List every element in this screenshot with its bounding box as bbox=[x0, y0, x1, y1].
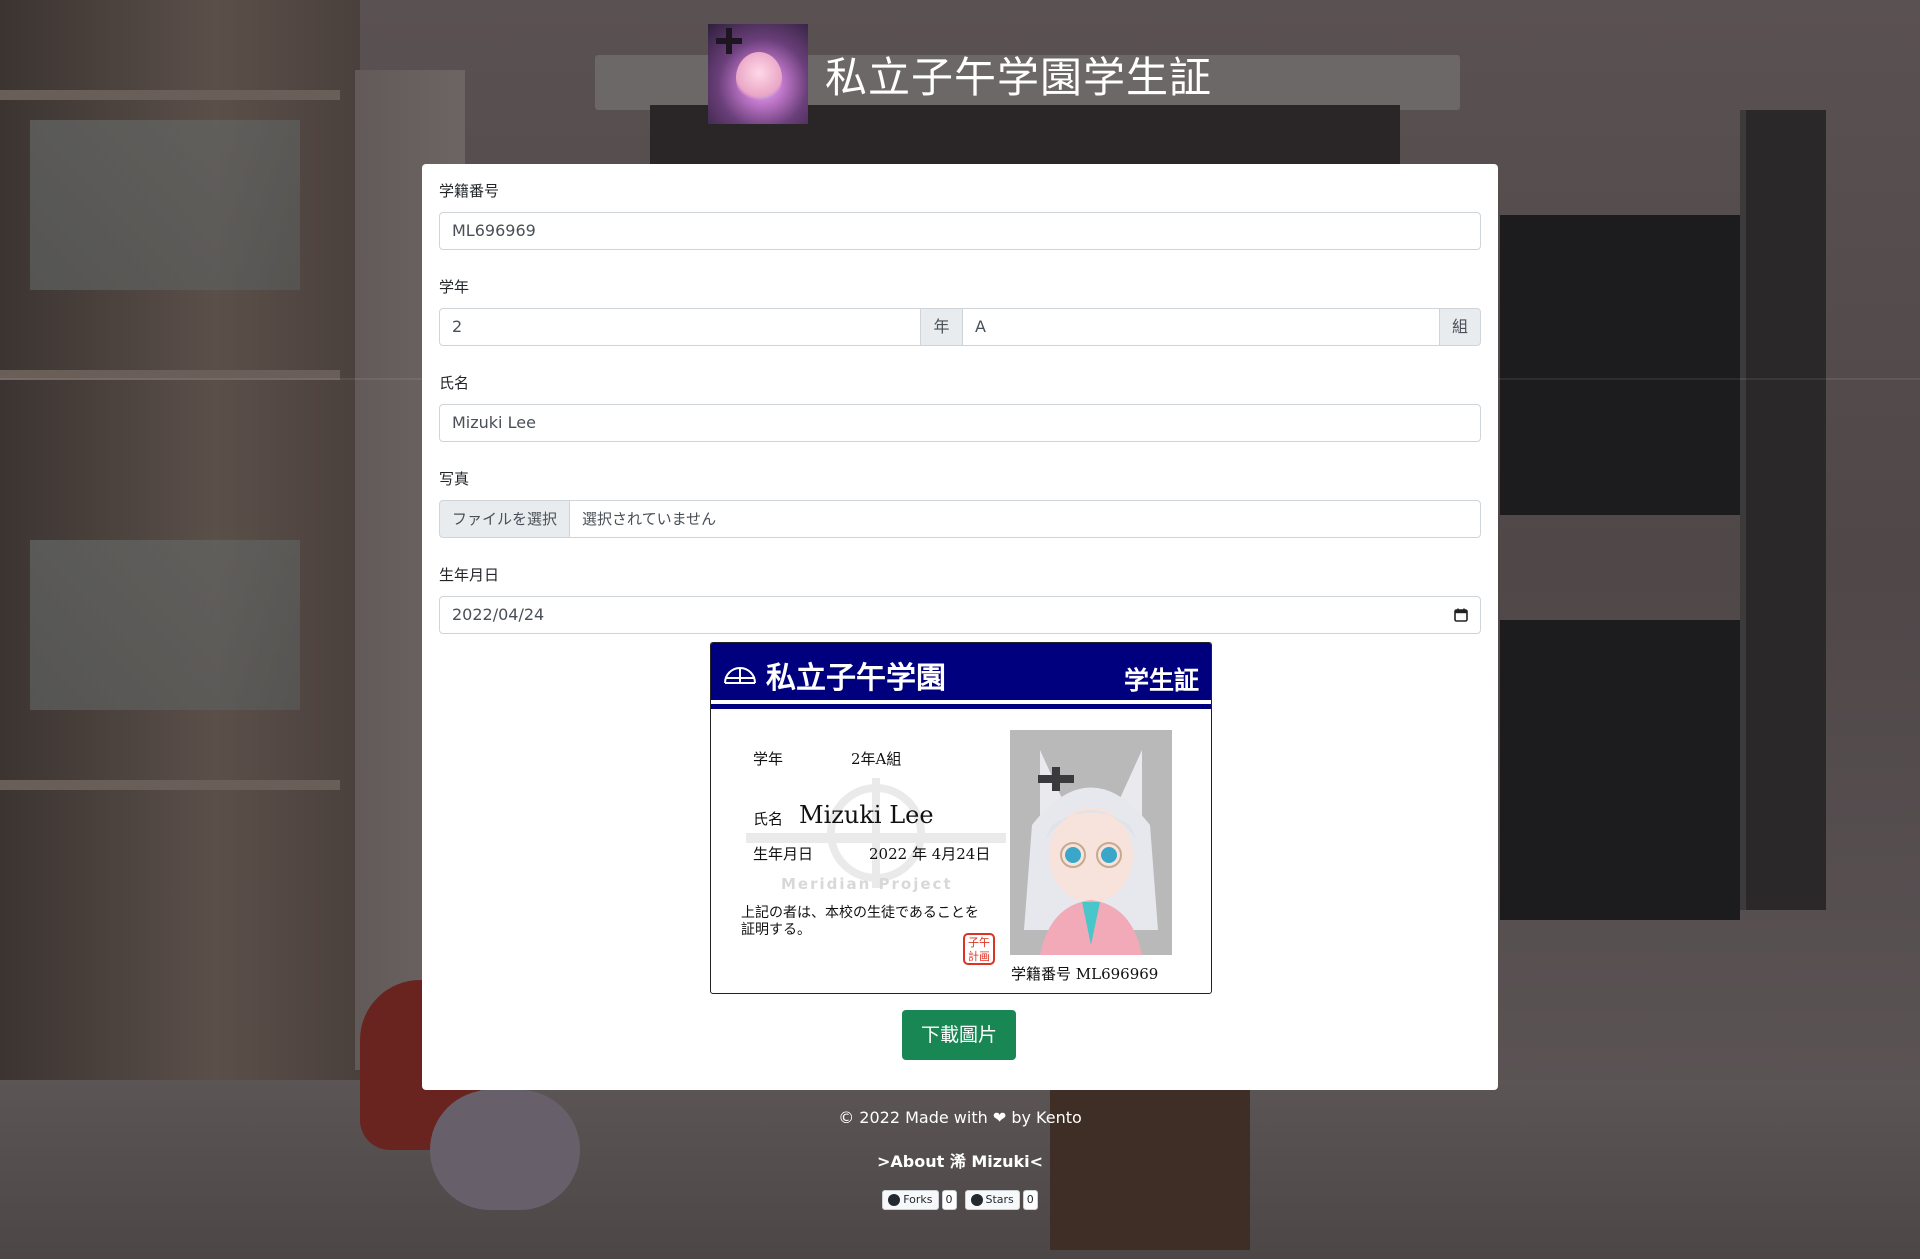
site-logo bbox=[707, 24, 808, 124]
footer-credit: © 2022 Made with ❤ by Kento bbox=[838, 1108, 1082, 1127]
character-portrait-icon bbox=[1010, 730, 1172, 955]
name-input[interactable]: Mizuki Lee bbox=[439, 404, 1481, 442]
background-tv bbox=[1500, 620, 1740, 920]
forks-button[interactable]: Forks bbox=[882, 1190, 939, 1210]
page-title: 私立子午学園学生証 bbox=[824, 52, 1212, 102]
choose-file-button[interactable]: ファイルを選択 bbox=[439, 500, 571, 538]
forks-label: Forks bbox=[903, 1193, 933, 1206]
file-status-text: 選択されていません bbox=[570, 500, 1481, 538]
id-card-watermark-text: Meridian Project bbox=[781, 875, 953, 893]
page-header: 私立子午学園学生証 bbox=[0, 24, 1920, 124]
name-label: 氏名 bbox=[439, 374, 470, 392]
student-id-card-preview: 私立子午学園 学生証 Meridian Project 学年 2年A組 氏名 M… bbox=[710, 642, 1212, 994]
id-card-photo bbox=[1010, 730, 1172, 955]
id-card-type: 学生証 bbox=[1123, 666, 1199, 695]
school-emblem-icon bbox=[724, 667, 756, 684]
shelf-board bbox=[0, 780, 340, 790]
calendar-icon[interactable] bbox=[1454, 608, 1468, 622]
form-card: 学籍番号 ML696969 学年 2 年 A 組 氏名 Mizuki Lee 写… bbox=[422, 164, 1498, 1090]
id-card-grade-key: 学年 bbox=[753, 750, 784, 768]
class-unit-addon: 組 bbox=[1440, 308, 1481, 346]
background-speaker bbox=[1740, 110, 1826, 530]
stars-badge[interactable]: Stars 0 bbox=[964, 1190, 1038, 1210]
id-card-grade-value: 2年A組 bbox=[851, 750, 902, 768]
id-card-seal-stamp: 子午計画 bbox=[963, 933, 995, 965]
photo-label: 写真 bbox=[439, 470, 470, 488]
grade-class-group: 2 年 A 組 bbox=[439, 308, 1481, 346]
birth-date-value: 2022/04/24 bbox=[452, 605, 545, 624]
id-card-note-line1: 上記の者は、本校の生徒であることを bbox=[741, 905, 979, 921]
shelf-glass bbox=[30, 540, 300, 710]
photo-file-input[interactable]: ファイルを選択 選択されていません bbox=[439, 500, 1481, 538]
forks-count: 0 bbox=[941, 1190, 957, 1210]
id-card-name-key: 氏名 bbox=[753, 810, 784, 828]
id-card-certification: 上記の者は、本校の生徒であることを 証明する。 bbox=[741, 905, 1041, 939]
id-card-birth-value: 2022 年 4月24日 bbox=[869, 845, 991, 863]
grade-label: 学年 bbox=[439, 278, 470, 296]
birth-label: 生年月日 bbox=[439, 566, 500, 584]
id-card-name-value: Mizuki Lee bbox=[799, 801, 934, 829]
id-card-header: 私立子午学園 学生証 bbox=[711, 643, 1211, 700]
cross-icon bbox=[715, 28, 742, 54]
download-image-button[interactable]: 下載圖片 bbox=[902, 1010, 1016, 1060]
id-card-student-no: 学籍番号 ML696969 bbox=[1011, 965, 1159, 983]
github-icon bbox=[970, 1194, 983, 1206]
github-badges: Forks 0 Stars 0 bbox=[0, 1190, 1920, 1210]
student-form: 学籍番号 ML696969 学年 2 年 A 組 氏名 Mizuki Lee 写… bbox=[439, 180, 1481, 660]
stars-count: 0 bbox=[1022, 1190, 1038, 1210]
student-no-label: 学籍番号 bbox=[439, 182, 500, 200]
class-input[interactable]: A bbox=[963, 308, 1440, 346]
id-card-note-line2: 証明する。 bbox=[741, 922, 811, 938]
background-tv bbox=[1500, 215, 1740, 515]
footer-about-link[interactable]: >About 浠 Mizuki< bbox=[0, 1148, 1920, 1172]
stars-label: Stars bbox=[985, 1193, 1014, 1206]
forks-badge[interactable]: Forks 0 bbox=[882, 1190, 957, 1210]
id-card-header-rule bbox=[711, 704, 1211, 709]
shelf-glass bbox=[30, 120, 300, 290]
grade-unit-addon: 年 bbox=[921, 308, 963, 346]
id-card-birth-key: 生年月日 bbox=[753, 845, 814, 863]
grade-input[interactable]: 2 bbox=[439, 308, 921, 346]
github-icon bbox=[888, 1194, 901, 1206]
birth-date-input[interactable]: 2022/04/24 bbox=[439, 596, 1481, 634]
background-speaker bbox=[1740, 490, 1826, 910]
student-no-input[interactable]: ML696969 bbox=[439, 212, 1481, 250]
stars-button[interactable]: Stars bbox=[964, 1190, 1020, 1210]
id-card-school-name: 私立子午学園 bbox=[766, 661, 946, 696]
logo-character bbox=[735, 52, 782, 104]
